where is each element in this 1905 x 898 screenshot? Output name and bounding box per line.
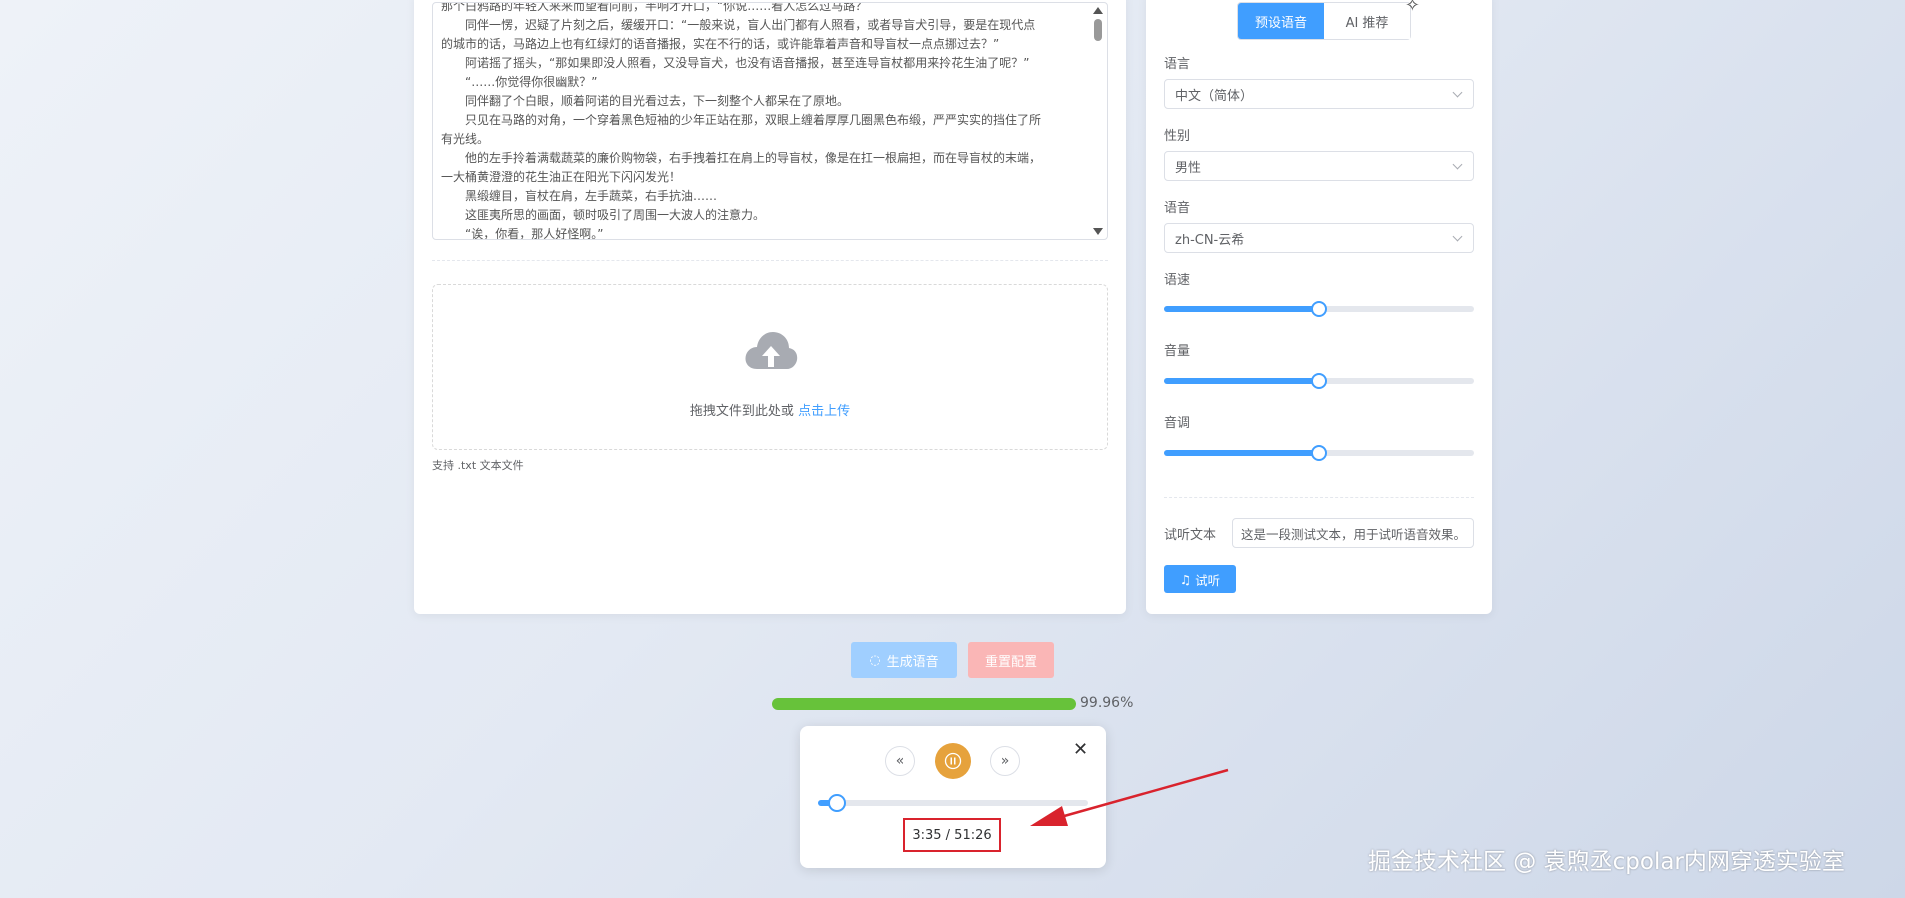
voice-value: zh-CN-云希 — [1175, 232, 1245, 248]
divider — [432, 260, 1108, 261]
reset-config-button[interactable]: 重置配置 — [968, 642, 1054, 678]
upload-hint-text: 拖拽文件到此处或 — [689, 404, 794, 419]
text-line: 这匪夷所思的画面，顿时吸引了周围一大波人的注意力。 — [441, 208, 766, 222]
voice-mode-tabs: 预设语音 AI 推荐 ✧ — [1237, 0, 1420, 40]
generate-voice-button[interactable]: ◌ 生成语音 — [851, 642, 957, 678]
slider-fill — [1164, 378, 1319, 384]
voice-label: 语音 — [1164, 201, 1191, 216]
cloud-upload-icon — [745, 332, 798, 369]
close-icon[interactable]: ✕ — [1073, 739, 1088, 760]
volume-label: 音量 — [1164, 344, 1191, 359]
generate-voice-label: 生成语音 — [886, 654, 939, 670]
upload-tip: 支持 .txt 文本文件 — [432, 459, 524, 472]
playback-time: 3:35 / 51:26 — [903, 818, 1001, 852]
sparkle-icon: ✧ — [1404, 0, 1420, 16]
rewind-button[interactable]: « — [885, 746, 915, 776]
generation-progress-bar — [772, 698, 1076, 710]
slider-handle[interactable] — [1311, 373, 1327, 389]
progress-fill — [772, 698, 1076, 710]
upload-instructions: 拖拽文件到此处或 点击上传 — [433, 400, 1107, 419]
language-select[interactable]: 中文（简体） — [1164, 79, 1474, 109]
pause-icon — [944, 752, 962, 770]
divider — [1164, 497, 1474, 498]
slider-fill — [1164, 450, 1319, 456]
chevron-down-icon — [1452, 87, 1463, 98]
pause-button[interactable] — [935, 743, 971, 779]
tab-ai-recommend[interactable]: AI 推荐 ✧ — [1324, 0, 1420, 39]
loading-icon: ◌ — [869, 652, 881, 668]
text-line: 有光线。 — [441, 132, 490, 146]
scroll-down-arrow[interactable] — [1093, 228, 1103, 235]
text-line: 他的左手拎着满载蔬菜的廉价购物袋，右手拽着扛在肩上的导盲杖，像是在扛一根扁担，而… — [441, 151, 1042, 165]
text-line: 只见在马路的对角，一个穿着黑色短袖的少年正站在那，双眼上缠着厚厚几圈黑色布缎，严… — [441, 113, 1042, 127]
listen-button-label: 试听 — [1195, 572, 1221, 588]
language-value: 中文（简体） — [1175, 88, 1254, 104]
scrollbar[interactable] — [1089, 3, 1107, 239]
language-label: 语言 — [1164, 57, 1191, 72]
text-content: 那个白鸦路的年轻人来来而望看向前，半响才开口，“你说……看人怎么过马路？ 同伴一… — [441, 2, 1081, 240]
voice-settings-card: 预设语音 AI 推荐 ✧ 语言 中文（简体） 性别 男性 语音 zh-CN-云希… — [1146, 0, 1492, 614]
click-upload-link[interactable]: 点击上传 — [798, 404, 850, 419]
gender-label: 性别 — [1164, 129, 1191, 144]
slider-fill — [1164, 306, 1319, 312]
speed-slider[interactable] — [1164, 301, 1474, 317]
text-line: 的城市的话，马路边上也有红绿灯的语音播报，实在不行的话，或许能靠着声音和导盲杖一… — [441, 37, 1000, 51]
tab-ai-recommend-label: AI 推荐 — [1345, 15, 1389, 31]
upload-dropzone[interactable]: 拖拽文件到此处或 点击上传 — [432, 284, 1108, 450]
headphones-icon: ♫ — [1179, 571, 1192, 587]
text-content-area[interactable]: 那个白鸦路的年轻人来来而望看向前，半响才开口，“你说……看人怎么过马路？ 同伴一… — [432, 2, 1108, 240]
progress-percent: 99.96% — [1080, 695, 1134, 711]
text-line: 同伴翻了个白眼，顺着阿诺的目光看过去，下一刻整个人都呆在了原地。 — [441, 94, 850, 108]
text-line: 那个白鸦路的年轻人来来而望看向前，半响才开口，“你说……看人怎么过马路？ — [441, 2, 868, 13]
chevron-down-icon — [1452, 231, 1463, 242]
text-line: 黑缎缠目，盲杖在肩，左手蔬菜，右手抗油…… — [441, 189, 718, 203]
seek-handle[interactable] — [827, 794, 846, 812]
volume-slider[interactable] — [1164, 373, 1474, 389]
tab-preset-voice[interactable]: 预设语音 — [1238, 3, 1324, 39]
double-chevron-left-icon: « — [895, 753, 905, 769]
pitch-label: 音调 — [1164, 416, 1191, 431]
scroll-thumb[interactable] — [1094, 19, 1102, 41]
slider-handle[interactable] — [1311, 445, 1327, 461]
text-input-card: 那个白鸦路的年轻人来来而望看向前，半响才开口，“你说……看人怎么过马路？ 同伴一… — [414, 0, 1126, 614]
text-line: 阿诺摇了摇头，“那如果即没人照看，又没导盲犬，也没有语音播报，甚至连导盲杖都用来… — [441, 56, 1030, 70]
forward-button[interactable]: » — [990, 746, 1020, 776]
speed-label: 语速 — [1164, 273, 1191, 288]
chevron-down-icon — [1452, 159, 1463, 170]
annotation-arrow — [1030, 768, 1229, 826]
double-chevron-right-icon: » — [1000, 753, 1010, 769]
preview-text-input[interactable] — [1232, 518, 1474, 548]
text-line: 同伴一愣，迟疑了片刻之后，缓缓开口：“一般来说，盲人出门都有人照看，或者导盲犬引… — [441, 18, 1036, 32]
text-line: “诶，你看，那人好怪啊。” — [441, 227, 604, 240]
gender-select[interactable]: 男性 — [1164, 151, 1474, 181]
preview-text-label: 试听文本 — [1164, 528, 1217, 543]
gender-value: 男性 — [1175, 160, 1202, 176]
text-line: 一大桶黄澄澄的花生油正在阳光下闪闪发光！ — [441, 170, 682, 184]
watermark: 掘金技术社区 @ 袁煦丞cpolar内网穿透实验室 — [1368, 849, 1845, 875]
slider-handle[interactable] — [1311, 301, 1327, 317]
voice-select[interactable]: zh-CN-云希 — [1164, 223, 1474, 253]
listen-button[interactable]: ♫ 试听 — [1164, 565, 1236, 593]
text-line: “……你觉得你很幽默？” — [441, 75, 598, 89]
scroll-up-arrow[interactable] — [1093, 7, 1103, 14]
pitch-slider[interactable] — [1164, 445, 1474, 461]
